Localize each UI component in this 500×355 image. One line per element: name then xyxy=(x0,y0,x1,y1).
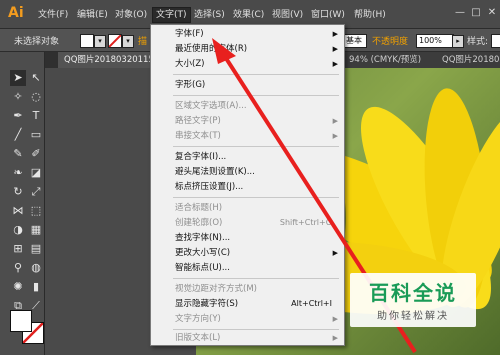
menu-item-fit-headline: 适合标题(H) xyxy=(175,203,223,213)
direct-selection-icon[interactable]: ↖ xyxy=(28,70,44,86)
fill-swatch[interactable] xyxy=(80,34,94,48)
paintbrush-icon[interactable]: ✎ xyxy=(10,146,26,162)
maximize-button[interactable]: □ xyxy=(468,6,484,20)
rotate-tool-icon[interactable]: ↻ xyxy=(10,184,26,200)
menu-item-mojikumi-settings[interactable]: 标点挤压设置(J)... xyxy=(151,181,344,193)
menu-item-glyphs[interactable]: 字形(G) xyxy=(151,79,344,91)
submenu-arrow-icon: ▶ xyxy=(332,132,338,140)
close-button[interactable]: ✕ xyxy=(484,6,500,20)
magic-wand-icon[interactable]: ✧ xyxy=(10,89,26,105)
menu-view[interactable]: 视图(V) xyxy=(272,8,303,22)
window-controls: — □ ✕ xyxy=(452,6,500,20)
type-menu-dropdown: 字体(F) ▶ 最近使用的字体(R) ▶ 大小(Z) ▶ 字形(G) 区域文字选项(A… xyxy=(150,24,345,346)
width-tool-icon[interactable]: ⋈ xyxy=(10,203,26,219)
menu-object[interactable]: 对象(O) xyxy=(115,8,147,22)
no-stroke-icon xyxy=(109,35,121,47)
symbol-sprayer-icon[interactable]: ✺ xyxy=(10,279,26,295)
scale-tool-icon[interactable]: ⤢ xyxy=(28,184,44,200)
menu-separator xyxy=(173,329,339,330)
menu-separator xyxy=(173,95,339,96)
menu-help[interactable]: 帮助(H) xyxy=(354,8,386,22)
selection-tool-icon[interactable]: ➤ xyxy=(10,70,26,86)
menu-item-threaded-text: 串接文本(T) ▶ xyxy=(175,131,338,141)
watermark-title: 百科全说 xyxy=(369,281,457,305)
submenu-arrow-icon: ▶ xyxy=(332,315,338,323)
blend-tool-icon[interactable]: ◍ xyxy=(28,260,44,276)
shape-builder-icon[interactable]: ◑ xyxy=(10,222,26,238)
submenu-arrow-icon: ▶ xyxy=(332,334,338,342)
pencil-icon[interactable]: ✐ xyxy=(28,146,44,162)
doc-tab-1[interactable]: QQ图片201803201152 xyxy=(58,52,159,68)
stroke-dropdown-icon[interactable]: ▾ xyxy=(122,35,134,48)
menu-item-composite-fonts[interactable]: 复合字体(I)... xyxy=(151,151,344,163)
menu-item-kinsoku-settings[interactable]: 避头尾法则设置(K)... xyxy=(151,166,344,178)
menu-select[interactable]: 选择(S) xyxy=(194,8,225,22)
blob-brush-icon[interactable]: ❧ xyxy=(10,165,26,181)
illustrator-logo: Ai xyxy=(8,5,24,21)
menu-item-area-type-options: 区域文字选项(A)... xyxy=(175,101,247,111)
watermark-badge: 百科全说 助你轻松解决 xyxy=(350,273,476,327)
pen-tool-icon[interactable]: ✒ xyxy=(10,108,26,124)
type-tool-icon[interactable]: T xyxy=(28,108,44,124)
fill-color-box[interactable] xyxy=(10,310,32,332)
column-graph-icon[interactable]: ▮ xyxy=(28,279,44,295)
menu-edit[interactable]: 编辑(E) xyxy=(77,8,108,22)
submenu-arrow-icon: ▶ xyxy=(332,117,338,125)
menu-item-font[interactable]: 字体(F) ▶ xyxy=(151,28,344,40)
fill-dropdown-icon[interactable]: ▾ xyxy=(94,35,106,48)
lasso-icon[interactable]: ◌ xyxy=(28,89,44,105)
submenu-arrow-icon: ▶ xyxy=(332,249,338,257)
gradient-tool-icon[interactable]: ▤ xyxy=(28,241,44,257)
stroke-swatch[interactable] xyxy=(108,34,122,48)
doc-tab-2[interactable]: 94% (CMYK/预览) xyxy=(343,52,438,68)
eyedropper-icon[interactable]: ⚲ xyxy=(10,260,26,276)
minimize-button[interactable]: — xyxy=(452,6,468,20)
menu-type[interactable]: 文字(T) xyxy=(152,7,191,23)
style-select[interactable]: 基本 xyxy=(343,34,367,48)
menu-effect[interactable]: 效果(C) xyxy=(233,8,264,22)
menu-item-change-case[interactable]: 更改大小写(C) ▶ xyxy=(151,247,344,259)
submenu-arrow-icon: ▶ xyxy=(332,60,338,68)
opacity-input[interactable]: 100% xyxy=(416,34,454,48)
menu-file[interactable]: 文件(F) xyxy=(38,8,68,22)
watermark-subtitle: 助你轻松解决 xyxy=(377,311,449,322)
menu-item-optical-margin: 视觉边距对齐方式(M) xyxy=(175,284,257,294)
menu-item-smart-punctuation[interactable]: 智能标点(U)... xyxy=(151,262,344,274)
submenu-arrow-icon: ▶ xyxy=(332,30,338,38)
menu-window[interactable]: 窗口(W) xyxy=(311,8,345,22)
doc-tab-3[interactable]: QQ图片2018032 xyxy=(436,52,500,68)
opacity-label[interactable]: 不透明度 xyxy=(372,34,408,47)
free-transform-icon[interactable]: ⬚ xyxy=(28,203,44,219)
style-label: 样式: xyxy=(467,37,489,47)
menu-item-size[interactable]: 大小(Z) ▶ xyxy=(151,58,344,70)
menu-item-legacy-text: 旧版文本(L) ▶ xyxy=(175,333,338,343)
menu-separator xyxy=(173,278,339,279)
menu-separator xyxy=(173,197,339,198)
menu-separator xyxy=(173,74,339,75)
eraser-icon[interactable]: ◪ xyxy=(28,165,44,181)
graphic-style-swatch[interactable] xyxy=(491,34,500,48)
rectangle-tool-icon[interactable]: ▭ xyxy=(28,127,44,143)
mesh-tool-icon[interactable]: ⊞ xyxy=(10,241,26,257)
menu-item-create-outlines: 创建轮廓(O) Shift+Ctrl+O xyxy=(175,218,332,228)
line-tool-icon[interactable]: ╱ xyxy=(10,127,26,143)
menu-item-find-font[interactable]: 查找字体(N)... xyxy=(151,232,344,244)
menu-item-type-on-path: 路径文字(P) ▶ xyxy=(175,116,338,126)
submenu-arrow-icon: ▶ xyxy=(332,45,338,53)
perspective-grid-icon[interactable]: ▦ xyxy=(28,222,44,238)
selection-state-label: 未选择对象 xyxy=(14,37,60,47)
opacity-dropdown-icon[interactable]: ▸ xyxy=(452,35,464,48)
stroke-label[interactable]: 描 xyxy=(138,34,147,47)
menu-item-type-orientation: 文字方向(Y) ▶ xyxy=(175,314,338,324)
menu-item-show-hidden-characters[interactable]: 显示隐藏字符(S) Alt+Ctrl+I xyxy=(151,298,344,310)
menu-item-recent-fonts[interactable]: 最近使用的字体(R) ▶ xyxy=(151,43,344,55)
menu-separator xyxy=(173,146,339,147)
